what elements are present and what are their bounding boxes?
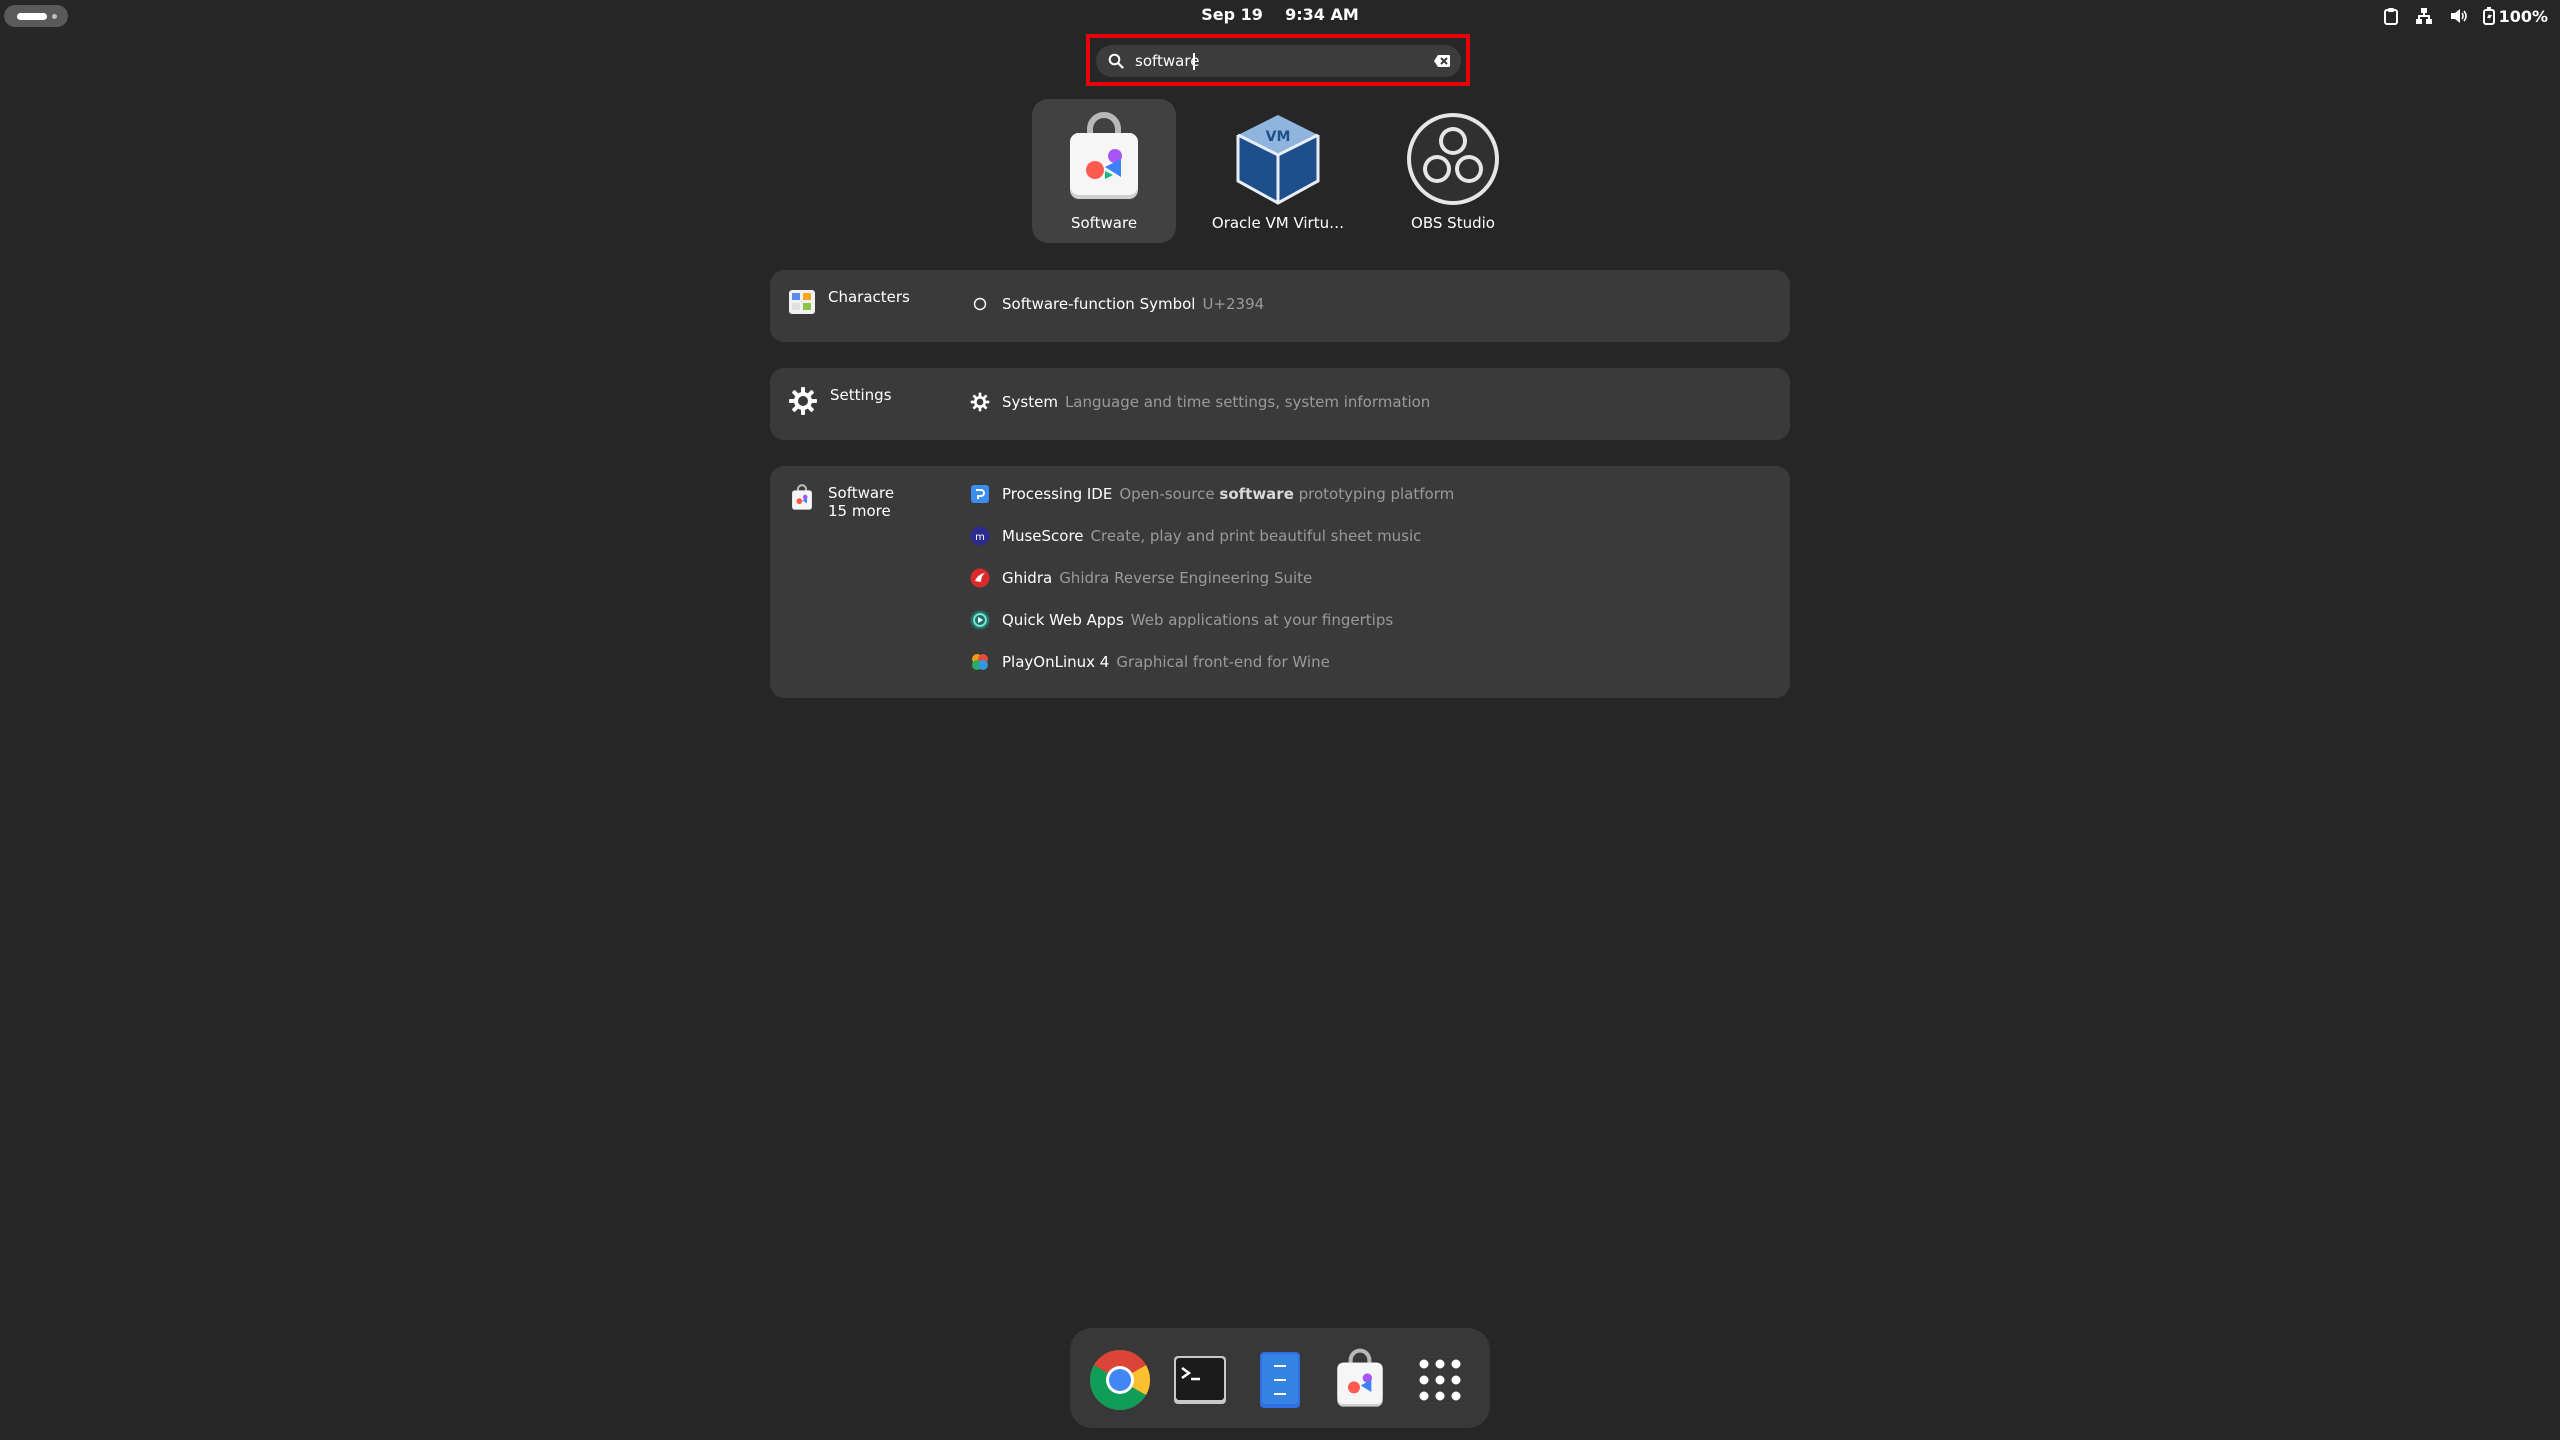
activities-button[interactable] bbox=[4, 5, 68, 27]
obs-icon bbox=[1405, 111, 1501, 207]
gear-icon bbox=[970, 392, 990, 412]
settings-gear-icon bbox=[788, 386, 818, 420]
provider-name: Settings bbox=[830, 386, 892, 404]
clipboard-icon[interactable] bbox=[2383, 7, 2399, 25]
workspace-indicator bbox=[52, 14, 57, 19]
svg-text:m: m bbox=[975, 532, 985, 543]
search-result-item[interactable]: m MuseScore Create, play and print beaut… bbox=[970, 526, 1421, 546]
app-label: Oracle VM Virtu… bbox=[1211, 214, 1345, 232]
app-label: Software bbox=[1070, 214, 1138, 232]
search-section-software: Software 15 more Processing IDE Open-sou… bbox=[770, 466, 1790, 698]
volume-icon bbox=[2449, 7, 2467, 25]
dock bbox=[1070, 1328, 1490, 1428]
search-result-item[interactable]: PlayOnLinux 4 Graphical front-end for Wi… bbox=[970, 652, 1330, 672]
result-description: U+2394 bbox=[1202, 295, 1265, 313]
top-bar: Sep 19 9:34 AM 100% bbox=[0, 0, 2560, 32]
chrome-icon[interactable] bbox=[1088, 1348, 1152, 1412]
date-label: Sep 19 bbox=[1201, 5, 1263, 24]
result-title: Quick Web Apps bbox=[1002, 611, 1124, 629]
search-section-settings: Settings System Language and time settin… bbox=[770, 368, 1790, 440]
search-section-characters: Characters Software-function Symbol U+23… bbox=[770, 270, 1790, 342]
app-label: OBS Studio bbox=[1411, 214, 1495, 232]
characters-app-icon bbox=[788, 288, 816, 320]
search-icon bbox=[1108, 53, 1124, 73]
provider-name: Software bbox=[828, 484, 895, 502]
result-description: Open-source software prototyping platfor… bbox=[1119, 485, 1455, 503]
result-description: Graphical front-end for Wine bbox=[1116, 653, 1330, 671]
battery-percentage: 100% bbox=[2498, 6, 2548, 26]
battery-icon bbox=[2482, 7, 2495, 25]
search-input[interactable] bbox=[1135, 45, 1415, 77]
result-title: Software-function Symbol bbox=[1002, 295, 1196, 313]
result-title: Ghidra bbox=[1002, 569, 1053, 587]
provider-software[interactable]: Software 15 more bbox=[788, 484, 894, 520]
text-caret bbox=[1193, 53, 1195, 70]
search-result-item[interactable]: Ghidra Ghidra Reverse Engineering Suite bbox=[970, 568, 1312, 588]
software-bag-icon bbox=[1056, 111, 1152, 207]
provider-characters[interactable]: Characters bbox=[788, 288, 910, 320]
result-description: Language and time settings, system infor… bbox=[1064, 393, 1431, 411]
app-virtualbox[interactable]: VM Oracle VM Virtu… bbox=[1206, 99, 1350, 243]
svg-text:VM: VM bbox=[1266, 129, 1291, 145]
result-description: Create, play and print beautiful sheet m… bbox=[1090, 527, 1422, 545]
musescore-icon: m bbox=[970, 526, 990, 546]
battery-indicator: 100% bbox=[2482, 6, 2548, 26]
app-obs-studio[interactable]: OBS Studio bbox=[1381, 99, 1525, 243]
time-label: 9:34 AM bbox=[1285, 5, 1359, 24]
result-description: Web applications at your fingertips bbox=[1130, 611, 1394, 629]
processing-ide-icon bbox=[970, 484, 990, 504]
clock[interactable]: Sep 19 9:34 AM bbox=[1180, 5, 1380, 24]
software-bag-icon bbox=[788, 484, 816, 520]
quick-web-apps-icon bbox=[970, 610, 990, 630]
network-icon bbox=[2415, 7, 2433, 25]
playonlinux-icon bbox=[970, 652, 990, 672]
clear-icon[interactable] bbox=[1433, 53, 1451, 73]
result-title: MuseScore bbox=[1002, 527, 1084, 545]
app-grid-icon[interactable] bbox=[1408, 1348, 1472, 1412]
result-description: Ghidra Reverse Engineering Suite bbox=[1059, 569, 1313, 587]
text-editor-icon[interactable] bbox=[1248, 1348, 1312, 1412]
provider-more-count: 15 more bbox=[828, 502, 891, 520]
search-result-item[interactable]: Processing IDE Open-source software prot… bbox=[970, 484, 1454, 504]
search-result-item[interactable]: System Language and time settings, syste… bbox=[970, 392, 1430, 412]
symbol-icon bbox=[970, 294, 990, 314]
software-icon[interactable] bbox=[1328, 1348, 1392, 1412]
provider-settings[interactable]: Settings bbox=[788, 386, 892, 420]
provider-name: Characters bbox=[828, 288, 910, 306]
virtualbox-icon: VM bbox=[1230, 111, 1326, 207]
ghidra-icon bbox=[970, 568, 990, 588]
result-title: PlayOnLinux 4 bbox=[1002, 653, 1110, 671]
terminal-icon[interactable] bbox=[1168, 1348, 1232, 1412]
search-entry[interactable] bbox=[1096, 45, 1461, 77]
search-result-item[interactable]: Software-function Symbol U+2394 bbox=[970, 294, 1264, 314]
search-match-highlight: software bbox=[1219, 485, 1294, 503]
result-title: Processing IDE bbox=[1002, 485, 1113, 503]
system-tray[interactable]: 100% bbox=[2383, 5, 2548, 27]
workspace-indicator-active bbox=[17, 13, 47, 20]
app-software[interactable]: Software bbox=[1032, 99, 1176, 243]
search-result-item[interactable]: Quick Web Apps Web applications at your … bbox=[970, 610, 1393, 630]
result-title: System bbox=[1002, 393, 1058, 411]
